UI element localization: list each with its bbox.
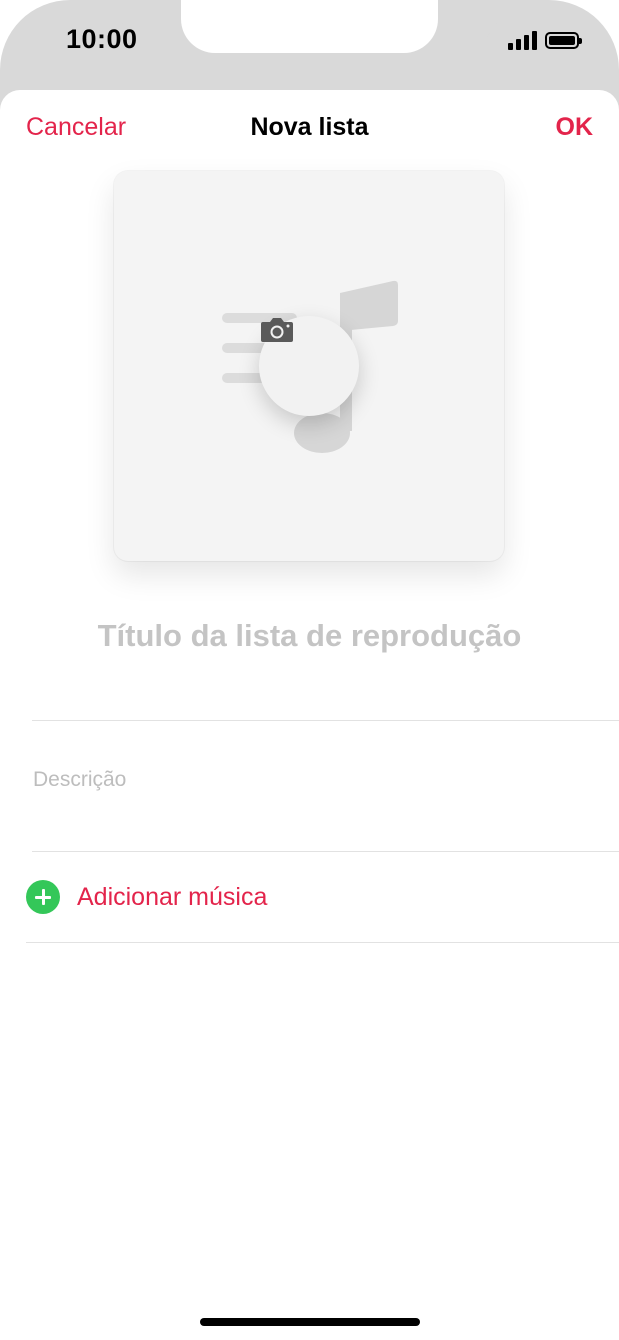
status-icons — [508, 30, 582, 50]
add-music-label: Adicionar música — [77, 882, 268, 911]
ok-button[interactable]: OK — [556, 112, 594, 142]
screen-corner-left — [0, 0, 140, 140]
battery-icon — [545, 31, 582, 49]
divider-add-music — [26, 942, 619, 943]
camera-button[interactable] — [259, 316, 359, 416]
playlist-title-input[interactable]: Título da lista de reprodução — [0, 618, 619, 654]
add-music-button[interactable]: Adicionar música — [26, 880, 267, 914]
home-indicator[interactable] — [200, 1318, 420, 1326]
camera-icon — [261, 318, 293, 342]
description-input[interactable]: Descrição — [33, 768, 126, 792]
phone-screen: 10:00 Nova lista Cancelar OK Título da l… — [0, 0, 619, 1340]
divider-description — [32, 851, 619, 852]
signal-icon — [508, 30, 537, 50]
playlist-artwork[interactable] — [114, 171, 504, 561]
new-playlist-sheet: Nova lista Cancelar OK Título da lista d… — [0, 90, 619, 1340]
cancel-button[interactable]: Cancelar — [26, 112, 126, 142]
status-time: 10:00 — [66, 24, 138, 54]
divider-title — [32, 720, 619, 721]
notch — [181, 0, 438, 53]
plus-circle-icon — [26, 880, 60, 914]
